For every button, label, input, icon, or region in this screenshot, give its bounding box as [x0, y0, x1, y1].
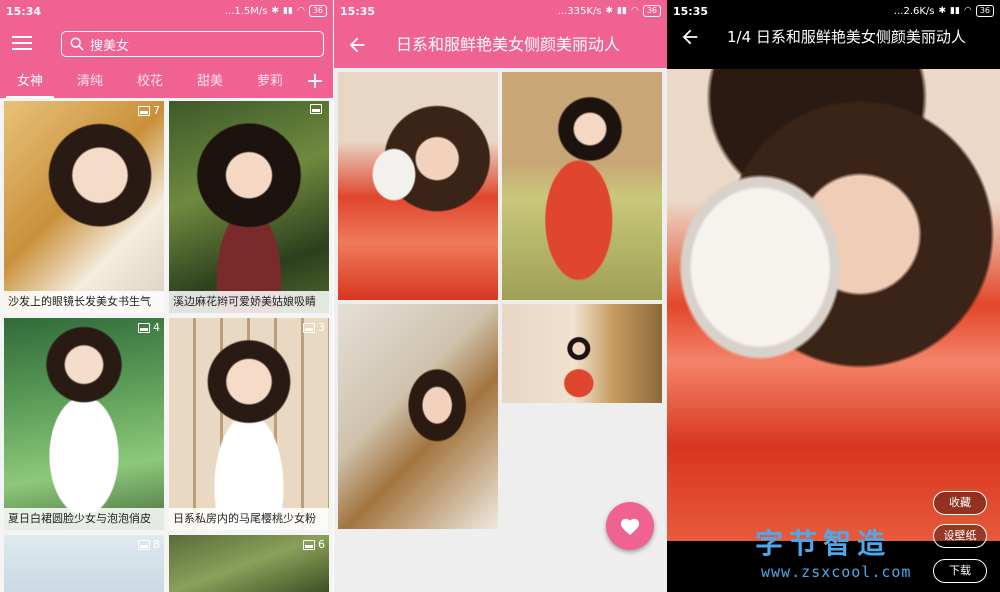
- battery-icon: 36: [308, 5, 327, 17]
- set-wallpaper-button[interactable]: 设壁纸: [933, 524, 987, 548]
- status-time: 15:35: [340, 4, 376, 18]
- album-card[interactable]: 6: [169, 535, 329, 592]
- viewer-screen: 15:35 ...2.6K/s ✱ ▮▮ ◠ 36 1/4 日系和服鲜艳美女侧颜…: [667, 0, 1000, 592]
- album-photo: [4, 101, 164, 313]
- gallery-count-icon: [310, 104, 322, 114]
- list-screen: 15:34 ...1.5M/s ✱ ▮▮ ◠ 36 搜美女 女神 清纯 校花 甜…: [0, 0, 333, 592]
- app-bar: 1/4 日系和服鲜艳美女侧颜美丽动人: [667, 22, 1000, 68]
- gallery-count-icon: [303, 322, 315, 333]
- album-photo: [502, 304, 662, 403]
- album-card[interactable]: 溪边麻花辫可爱娇美姑娘吸睛: [169, 101, 329, 313]
- signal-icon: ▮▮: [950, 6, 960, 16]
- status-bar: 15:35 ...2.6K/s ✱ ▮▮ ◠ 36: [667, 0, 1000, 22]
- watermark-text: 字节智造: [755, 527, 892, 560]
- back-arrow-icon[interactable]: [346, 34, 368, 56]
- bluetooth-icon: ✱: [605, 6, 614, 16]
- app-bar: 搜美女: [0, 22, 333, 66]
- album-photo: [4, 318, 164, 530]
- back-arrow-icon[interactable]: [679, 26, 701, 48]
- photo-count: 8: [153, 538, 160, 551]
- favorite-button[interactable]: [606, 502, 654, 550]
- watermark-url: www.zsxcool.com: [761, 563, 912, 581]
- page-title: 日系和服鲜艳美女侧颜美丽动人: [396, 35, 621, 54]
- tab-goddess[interactable]: 女神: [0, 66, 60, 98]
- photo-count: 4: [153, 321, 160, 334]
- search-placeholder: 搜美女: [90, 38, 130, 54]
- collect-button[interactable]: 收藏: [933, 491, 987, 515]
- album-photo: [169, 101, 329, 313]
- full-photo[interactable]: [667, 69, 1000, 541]
- wifi-icon: ◠: [296, 6, 305, 16]
- viewer-title: 1/4 日系和服鲜艳美女侧颜美丽动人: [727, 28, 966, 46]
- album-photo-tile[interactable]: [502, 72, 662, 300]
- album-photo: [169, 318, 329, 530]
- album-card[interactable]: 8: [4, 535, 164, 592]
- album-photo-tile[interactable]: [502, 304, 662, 403]
- signal-icon: ▮▮: [283, 6, 293, 16]
- album-card[interactable]: 7 沙发上的眼镜长发美女书生气: [4, 101, 164, 313]
- status-bar: 15:35 ...335K/s ✱ ▮▮ ◠ 36: [334, 0, 667, 22]
- album-caption: 夏日白裙圆脸少女与泡泡俏皮: [4, 508, 164, 530]
- tab-campus[interactable]: 校花: [120, 66, 180, 98]
- album-card[interactable]: 3 日系私房内的马尾樱桃少女粉: [169, 318, 329, 530]
- add-tab-button[interactable]: +: [303, 66, 327, 98]
- bluetooth-icon: ✱: [271, 6, 280, 16]
- battery-icon: 36: [642, 5, 661, 17]
- album-caption: 日系私房内的马尾樱桃少女粉: [169, 508, 329, 530]
- album-photo-tile[interactable]: [338, 304, 498, 529]
- download-button[interactable]: 下载: [933, 559, 987, 583]
- wifi-icon: ◠: [630, 6, 639, 16]
- net-speed: ...2.6K/s: [893, 5, 935, 17]
- photo-count: 3: [318, 321, 325, 334]
- tab-loli[interactable]: 萝莉: [240, 66, 300, 98]
- gallery-count-icon: [303, 539, 315, 550]
- album-caption: 沙发上的眼镜长发美女书生气: [4, 291, 164, 313]
- status-time: 15:34: [6, 4, 42, 18]
- gallery-count-icon: [138, 105, 150, 116]
- wifi-icon: ◠: [963, 6, 972, 16]
- signal-icon: ▮▮: [617, 6, 627, 16]
- net-speed: ...1.5M/s: [224, 5, 268, 17]
- status-time: 15:35: [673, 4, 709, 18]
- app-bar: 日系和服鲜艳美女侧颜美丽动人: [334, 22, 667, 68]
- tab-pure[interactable]: 清纯: [60, 66, 120, 98]
- battery-icon: 36: [975, 5, 994, 17]
- album-photo: [338, 304, 498, 529]
- album-card[interactable]: 4 夏日白裙圆脸少女与泡泡俏皮: [4, 318, 164, 530]
- gallery-count-icon: [138, 322, 150, 333]
- category-tabs: 女神 清纯 校花 甜美 萝莉 +: [0, 66, 333, 98]
- album-photo: [502, 72, 662, 300]
- bluetooth-icon: ✱: [938, 6, 947, 16]
- album-photo-tile[interactable]: [338, 72, 498, 300]
- gallery-count-icon: [138, 539, 150, 550]
- photo-count: 6: [318, 538, 325, 551]
- tab-sweet[interactable]: 甜美: [180, 66, 240, 98]
- search-input[interactable]: 搜美女: [61, 31, 324, 57]
- search-icon: [70, 37, 84, 51]
- menu-icon[interactable]: [12, 36, 32, 50]
- net-speed: ...335K/s: [557, 5, 602, 17]
- status-bar: 15:34 ...1.5M/s ✱ ▮▮ ◠ 36: [0, 0, 333, 22]
- album-photo: [338, 72, 498, 300]
- album-caption: 溪边麻花辫可爱娇美姑娘吸睛: [169, 291, 329, 313]
- photo-count: 7: [153, 104, 160, 117]
- album-screen: 15:35 ...335K/s ✱ ▮▮ ◠ 36 日系和服鲜艳美女侧颜美丽动人: [334, 0, 667, 592]
- heart-icon: [620, 518, 640, 536]
